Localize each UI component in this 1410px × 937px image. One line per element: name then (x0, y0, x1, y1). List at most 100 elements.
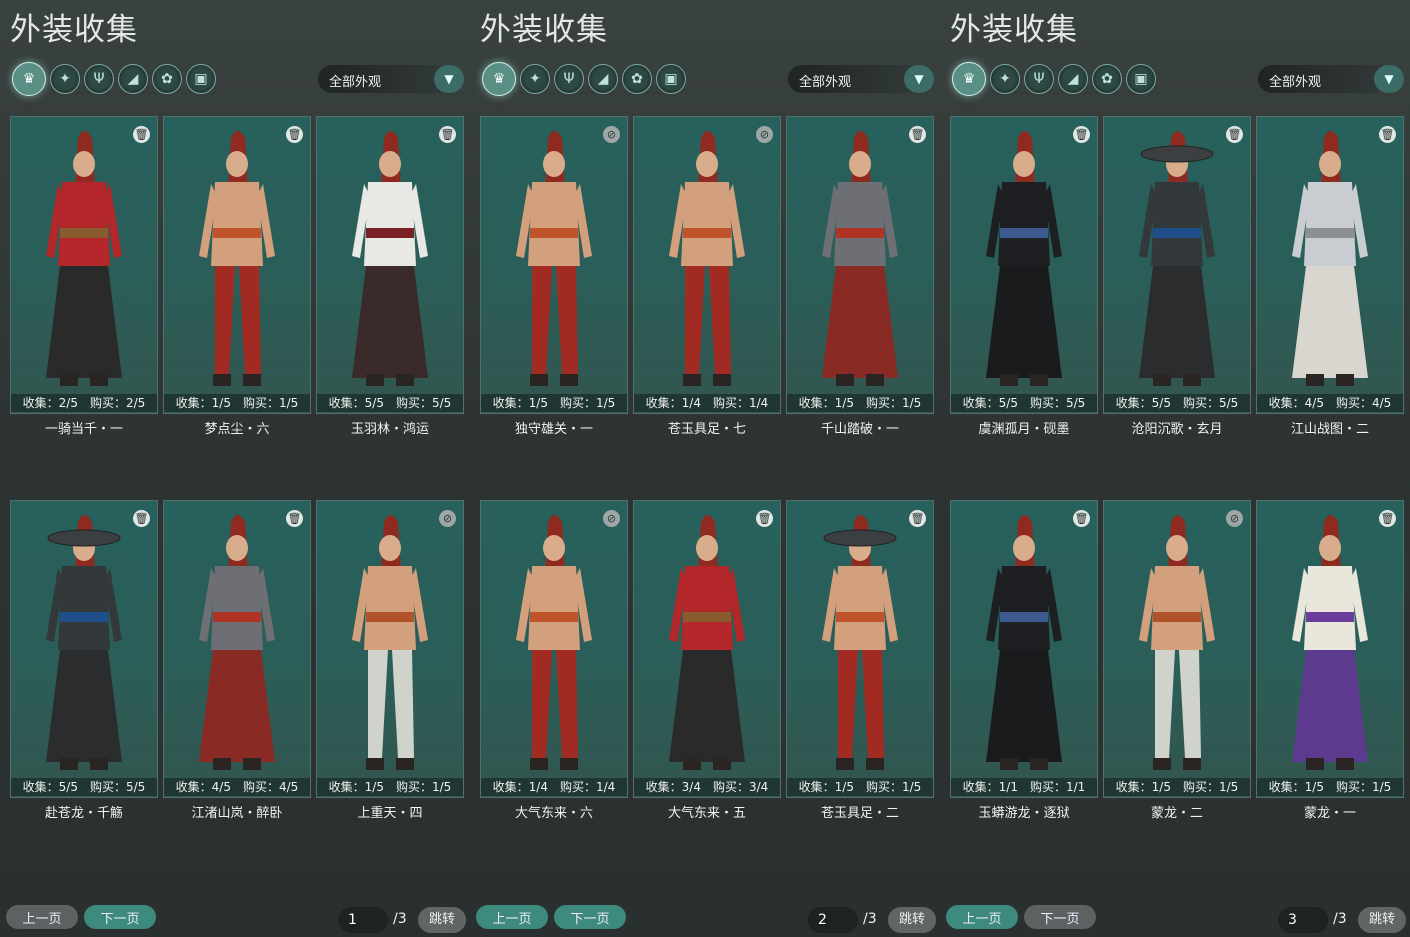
page-total: /3 (863, 911, 877, 927)
outfit-card[interactable]: ⊘ 收集：1/5 购买：1/5 独守雄关・一 (480, 116, 628, 437)
trash-icon[interactable]: 🗑 (1226, 126, 1243, 143)
page-jump: 1 /3 跳转 (338, 907, 468, 933)
category-tabs: ♛ ✦ Ψ ◢ ✿ ▣ (12, 62, 216, 96)
discard-disabled-icon[interactable]: ⊘ (756, 126, 773, 143)
prev-page-button[interactable]: 上一页 (476, 905, 548, 929)
outfit-name: 千山踏破・一 (820, 422, 899, 437)
outfit-card[interactable]: 🗑 收集：5/5 购买：5/5 玉羽林・鸿运 (316, 116, 464, 437)
outfit-card[interactable]: 🗑 收集：1/5 购买：1/5 梦点尘・六 (163, 116, 311, 437)
belt-icon[interactable]: ▣ (186, 64, 216, 94)
page-number-input[interactable]: 2 (808, 907, 858, 933)
outfit-card[interactable]: 🗑 收集：4/5 购买：4/5 江山战图・二 (1256, 116, 1404, 437)
outfit-card[interactable]: 🗑 收集：3/4 购买：3/4 大气东来・五 (633, 500, 781, 821)
trash-icon[interactable]: 🗑 (909, 126, 926, 143)
discard-disabled-icon[interactable]: ⊘ (603, 510, 620, 527)
jacket-icon[interactable]: ✦ (50, 64, 80, 94)
trash-icon[interactable]: 🗑 (133, 510, 150, 527)
panel-title: 外装收集 (480, 12, 608, 48)
pants-icon[interactable]: Ψ (84, 64, 114, 94)
trash-icon[interactable]: 🗑 (1073, 510, 1090, 527)
jacket-icon[interactable]: ✦ (520, 64, 550, 94)
collection-panel-1: 外装收集 ♛ ✦ Ψ ◢ ✿ ▣ 全部外观 ▼ 🗑 收集：2/5 购买：2/5 一骑当千・一 (0, 0, 470, 937)
trash-icon[interactable]: 🗑 (439, 126, 456, 143)
collect-buy-status: 收集：1/5 购买：1/5 (787, 778, 933, 796)
collect-buy-status: 收集：5/5 购买：5/5 (317, 394, 463, 412)
outfit-card[interactable]: 🗑 收集：4/5 购买：4/5 江渚山岚・醉卧 (163, 500, 311, 821)
trash-icon[interactable]: 🗑 (1073, 126, 1090, 143)
jump-button[interactable]: 跳转 (418, 907, 466, 933)
outfit-card[interactable]: 🗑 收集：1/5 购买：1/5 千山踏破・一 (786, 116, 934, 437)
jump-button[interactable]: 跳转 (888, 907, 936, 933)
outfit-card[interactable]: 🗑 收集：5/5 购买：5/5 沧阳沉歌・玄月 (1103, 116, 1251, 437)
outfit-card[interactable]: 🗑 收集：1/1 购买：1/1 玉蟒游龙・逐狱 (950, 500, 1098, 821)
panel-title: 外装收集 (950, 12, 1078, 48)
prev-page-button[interactable]: 上一页 (6, 905, 78, 929)
next-page-button[interactable]: 下一页 (1024, 905, 1096, 929)
outfit-icon[interactable]: ♛ (482, 62, 516, 96)
panel-title: 外装收集 (10, 12, 138, 48)
outfit-name: 蒙龙・二 (1150, 806, 1203, 821)
category-tabs: ♛ ✦ Ψ ◢ ✿ ▣ (952, 62, 1156, 96)
collect-buy-status: 收集：3/4 购买：3/4 (634, 778, 780, 796)
boots-icon[interactable]: ◢ (118, 64, 148, 94)
chevron-down-icon[interactable]: ▼ (1374, 65, 1404, 93)
outfit-card[interactable]: 🗑 收集：5/5 购买：5/5 赴苍龙・千觞 (10, 500, 158, 821)
trash-icon[interactable]: 🗑 (1379, 126, 1396, 143)
chevron-down-icon[interactable]: ▼ (904, 65, 934, 93)
pants-icon[interactable]: Ψ (1024, 64, 1054, 94)
discard-disabled-icon[interactable]: ⊘ (439, 510, 456, 527)
filter-label: 全部外观 (1269, 75, 1322, 90)
outfit-filter-dropdown[interactable]: 全部外观 ▼ (788, 65, 934, 93)
collect-buy-status: 收集：2/5 购买：2/5 (11, 394, 157, 412)
outfit-card[interactable]: ⊘ 收集：1/5 购买：1/5 蒙龙・二 (1103, 500, 1251, 821)
discard-disabled-icon[interactable]: ⊘ (1226, 510, 1243, 527)
chevron-down-icon[interactable]: ▼ (434, 65, 464, 93)
bracers-icon[interactable]: ✿ (622, 64, 652, 94)
outfit-filter-dropdown[interactable]: 全部外观 ▼ (318, 65, 464, 93)
collection-panel-2: 外装收集 ♛ ✦ Ψ ◢ ✿ ▣ 全部外观 ▼ ⊘ 收集：1/5 购买：1/5 独守雄关・一 (470, 0, 940, 937)
jacket-icon[interactable]: ✦ (990, 64, 1020, 94)
collection-panel-3: 外装收集 ♛ ✦ Ψ ◢ ✿ ▣ 全部外观 ▼ 🗑 收集：5/5 购买：5/5 虞渊孤月・砚… (940, 0, 1410, 937)
bracers-icon[interactable]: ✿ (1092, 64, 1122, 94)
collect-buy-status: 收集：4/5 购买：4/5 (164, 778, 310, 796)
trash-icon[interactable]: 🗑 (756, 510, 773, 527)
pants-icon[interactable]: Ψ (554, 64, 584, 94)
boots-icon[interactable]: ◢ (1058, 64, 1088, 94)
outfit-card[interactable]: 🗑 收集：1/5 购买：1/5 苍玉具足・二 (786, 500, 934, 821)
collect-buy-status: 收集：1/5 购买：1/5 (317, 778, 463, 796)
discard-disabled-icon[interactable]: ⊘ (603, 126, 620, 143)
bracers-icon[interactable]: ✿ (152, 64, 182, 94)
page-jump: 2 /3 跳转 (808, 907, 938, 933)
next-page-button[interactable]: 下一页 (84, 905, 156, 929)
outfit-card[interactable]: 🗑 收集：5/5 购买：5/5 虞渊孤月・砚墨 (950, 116, 1098, 437)
trash-icon[interactable]: 🗑 (133, 126, 150, 143)
collect-buy-status: 收集：1/5 购买：1/5 (787, 394, 933, 412)
belt-icon[interactable]: ▣ (1126, 64, 1156, 94)
outfit-card[interactable]: 🗑 收集：2/5 购买：2/5 一骑当千・一 (10, 116, 158, 437)
prev-page-button[interactable]: 上一页 (946, 905, 1018, 929)
trash-icon[interactable]: 🗑 (286, 126, 303, 143)
outfit-name: 大气东来・五 (667, 806, 746, 821)
outfit-name: 玉蟒游龙・逐狱 (978, 806, 1070, 821)
trash-icon[interactable]: 🗑 (1379, 510, 1396, 527)
filter-label: 全部外观 (329, 75, 382, 90)
trash-icon[interactable]: 🗑 (909, 510, 926, 527)
outfit-card[interactable]: ⊘ 收集：1/4 购买：1/4 苍玉具足・七 (633, 116, 781, 437)
jump-button[interactable]: 跳转 (1358, 907, 1406, 933)
outfit-card[interactable]: ⊘ 收集：1/5 购买：1/5 上重天・四 (316, 500, 464, 821)
outfit-icon[interactable]: ♛ (952, 62, 986, 96)
outfit-name: 蒙龙・一 (1303, 806, 1356, 821)
collect-buy-status: 收集：1/5 购买：1/5 (1257, 778, 1403, 796)
boots-icon[interactable]: ◢ (588, 64, 618, 94)
collect-buy-status: 收集：1/4 购买：1/4 (481, 778, 627, 796)
page-number-input[interactable]: 1 (338, 907, 388, 933)
outfit-filter-dropdown[interactable]: 全部外观 ▼ (1258, 65, 1404, 93)
outfit-name: 苍玉具足・七 (667, 422, 746, 437)
outfit-icon[interactable]: ♛ (12, 62, 46, 96)
next-page-button[interactable]: 下一页 (554, 905, 626, 929)
trash-icon[interactable]: 🗑 (286, 510, 303, 527)
outfit-card[interactable]: 🗑 收集：1/5 购买：1/5 蒙龙・一 (1256, 500, 1404, 821)
outfit-card[interactable]: ⊘ 收集：1/4 购买：1/4 大气东来・六 (480, 500, 628, 821)
page-number-input[interactable]: 3 (1278, 907, 1328, 933)
belt-icon[interactable]: ▣ (656, 64, 686, 94)
